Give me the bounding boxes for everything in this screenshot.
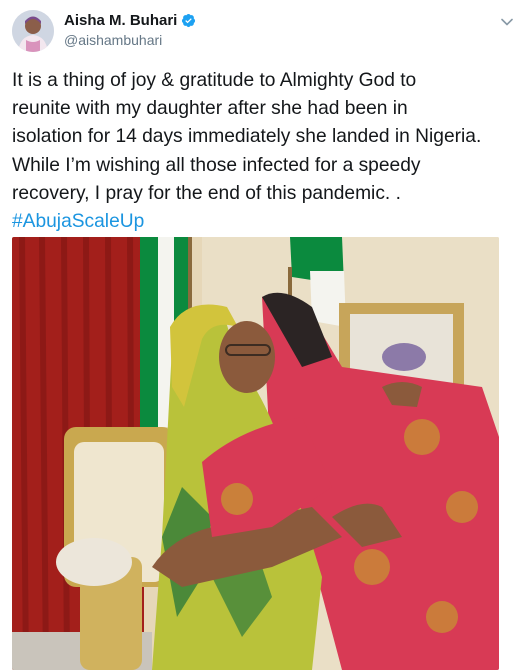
- tweet-card: Aisha M. Buhari @aishambuhari It is a th…: [0, 0, 531, 670]
- tweet-photo[interactable]: [12, 237, 499, 670]
- chevron-down-icon[interactable]: [497, 12, 517, 32]
- tweet-text: It is a thing of joy & gratitude to Almi…: [12, 67, 522, 236]
- author-display-name[interactable]: Aisha M. Buhari: [64, 12, 177, 29]
- hashtag-link[interactable]: #AbujaScaleUp: [12, 211, 144, 232]
- author-name-row[interactable]: Aisha M. Buhari: [64, 12, 196, 29]
- photo-illustration: [12, 237, 499, 670]
- author-avatar[interactable]: [12, 10, 54, 52]
- author-handle[interactable]: @aishambuhari: [64, 32, 162, 48]
- tweet-body: It is a thing of joy & gratitude to Almi…: [12, 70, 482, 204]
- verified-badge-icon: [181, 13, 196, 28]
